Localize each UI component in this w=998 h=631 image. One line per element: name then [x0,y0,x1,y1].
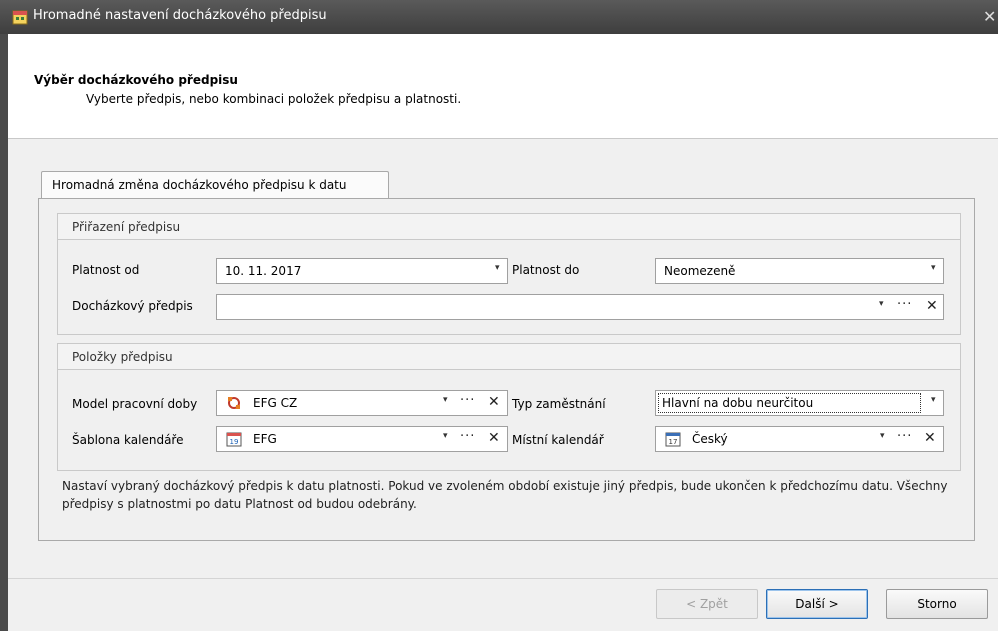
calendar-icon: 17 [665,432,681,447]
clear-icon[interactable]: ✕ [488,430,500,446]
attendance-rule-picker[interactable]: ▾ ··· ✕ [216,294,944,320]
window-title: Hromadné nastavení docházkového předpisu [33,8,327,23]
calendar-template-value: EFG [253,432,277,446]
step-subtitle: Vyberte předpis, nebo kombinaci položek … [86,92,462,106]
employment-type-label: Typ zaměstnání [512,397,606,411]
rule-items-group-heading: Položky předpisu [58,344,960,370]
chevron-down-icon[interactable]: ▾ [495,263,500,273]
info-note: Nastaví vybraný docházkový předpis k dat… [62,479,948,511]
ellipsis-icon[interactable]: ··· [460,393,475,408]
cancel-button[interactable]: Storno [886,589,988,619]
ellipsis-icon[interactable]: ··· [897,429,912,444]
next-button[interactable]: Další > [766,589,868,619]
local-calendar-label: Místní kalendář [512,433,604,447]
valid-to-select[interactable]: Neomezeně ▾ [655,258,944,284]
svg-text:19: 19 [230,438,239,446]
chevron-down-icon[interactable]: ▾ [443,431,448,441]
close-icon[interactable]: ✕ [983,7,996,26]
valid-from-value: 10. 11. 2017 [225,264,302,278]
svg-text:17: 17 [669,438,678,446]
valid-to-value: Neomezeně [664,264,736,278]
chevron-down-icon[interactable]: ▾ [879,299,884,309]
work-model-icon [228,397,240,409]
wizard-header: Výběr docházkového předpisu Vyberte před… [8,34,998,139]
chevron-down-icon[interactable]: ▾ [931,395,936,405]
back-button[interactable]: < Zpět [656,589,758,619]
employment-type-value: Hlavní na dobu neurčitou [662,396,814,410]
work-model-label: Model pracovní doby [72,397,198,411]
ellipsis-icon[interactable]: ··· [460,429,475,444]
calendar-template-label: Šablona kalendáře [72,433,184,447]
tab-bulk-change[interactable]: Hromadná změna docházkového předpisu k d… [41,171,389,199]
local-calendar-picker[interactable]: 17 Český ▾ ··· ✕ [655,426,944,452]
valid-to-label: Platnost do [512,263,580,277]
clear-icon[interactable]: ✕ [924,430,936,446]
chevron-down-icon[interactable]: ▾ [443,395,448,405]
clear-icon[interactable]: ✕ [926,298,938,314]
title-bar: Hromadné nastavení docházkového předpisu… [0,0,998,34]
ellipsis-icon[interactable]: ··· [897,297,912,312]
calendar-icon: 19 [226,432,242,447]
calendar-app-icon [12,10,28,25]
work-model-value: EFG CZ [253,396,298,410]
footer-divider [8,578,998,579]
calendar-template-picker[interactable]: 19 EFG ▾ ··· ✕ [216,426,508,452]
step-title: Výběr docházkového předpisu [34,73,238,87]
employment-type-select[interactable]: Hlavní na dobu neurčitou ▾ [655,390,944,416]
work-model-picker[interactable]: EFG CZ ▾ ··· ✕ [216,390,508,416]
local-calendar-value: Český [692,432,728,446]
clear-icon[interactable]: ✕ [488,394,500,410]
attendance-rule-label: Docházkový předpis [72,299,193,313]
valid-from-date-picker[interactable]: 10. 11. 2017 ▾ [216,258,508,284]
chevron-down-icon[interactable]: ▾ [880,431,885,441]
valid-from-label: Platnost od [72,263,140,277]
assignment-group-heading: Přiřazení předpisu [58,214,960,240]
chevron-down-icon[interactable]: ▾ [931,263,936,273]
